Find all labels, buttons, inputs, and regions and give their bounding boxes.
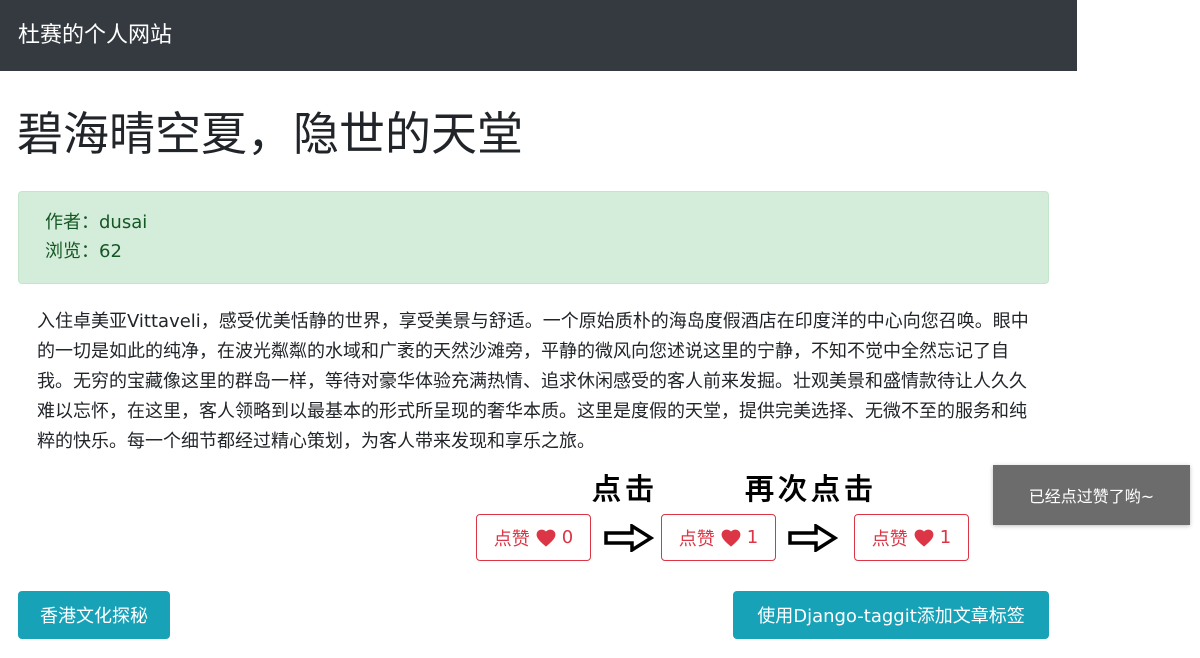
step-click-label: 点击 — [592, 472, 659, 506]
like-label: 点赞 — [678, 528, 715, 550]
like-count: 0 — [561, 527, 574, 548]
previous-article-button[interactable]: 香港文化探秘 — [18, 591, 170, 639]
like-label: 点赞 — [871, 528, 908, 550]
like-button-initial[interactable]: 点赞 0 — [476, 514, 591, 561]
like-count: 1 — [939, 527, 952, 548]
right-arrow-icon — [604, 524, 654, 552]
step-click-again-label: 再次点击 — [745, 472, 878, 506]
like-count: 1 — [746, 527, 759, 548]
article-meta-box: 作者：dusai 浏览：62 — [18, 191, 1049, 284]
author-line: 作者：dusai — [45, 212, 148, 233]
navbar: 杜赛的个人网站 — [0, 0, 1077, 71]
site-brand-link[interactable]: 杜赛的个人网站 — [18, 21, 172, 51]
heart-icon — [536, 529, 556, 547]
views-line: 浏览：62 — [45, 241, 122, 262]
heart-icon — [914, 529, 934, 547]
like-button-after-second-click[interactable]: 点赞 1 — [854, 514, 969, 561]
right-arrow-icon — [788, 524, 838, 552]
like-label: 点赞 — [493, 528, 530, 550]
article-body: 入住卓美亚Vittaveli，感受优美恬静的世界，享受美景与舒适。一个原始质朴的… — [37, 311, 1029, 452]
already-liked-toast: 已经点过赞了哟~ — [993, 465, 1190, 525]
article-title: 碧海晴空夏，隐世的天堂 — [17, 107, 523, 161]
heart-icon — [721, 529, 741, 547]
next-article-button[interactable]: 使用Django-taggit添加文章标签 — [733, 591, 1049, 639]
like-button-after-click[interactable]: 点赞 1 — [661, 514, 776, 561]
